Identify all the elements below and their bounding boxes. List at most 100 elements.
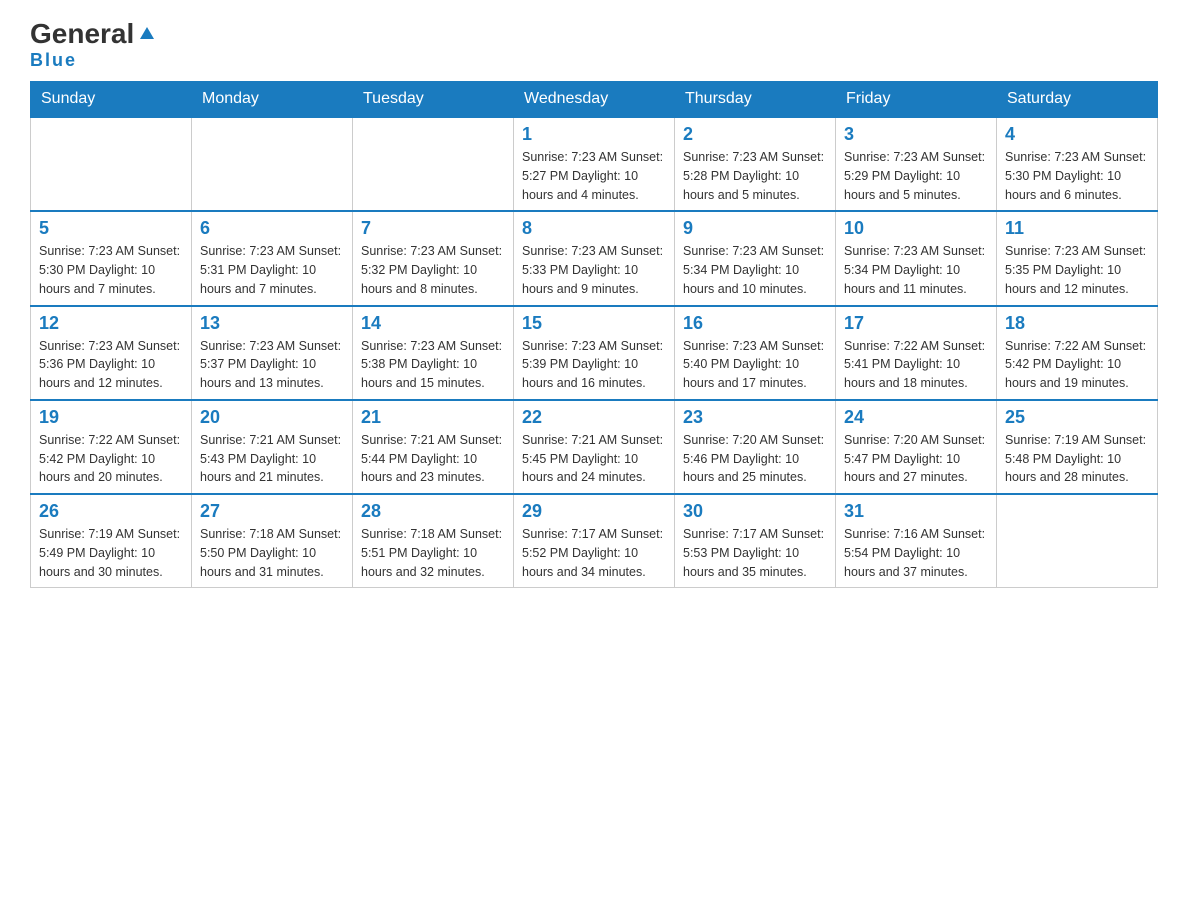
day-header-tuesday: Tuesday xyxy=(353,82,514,118)
day-number: 7 xyxy=(361,218,505,239)
calendar-cell xyxy=(997,494,1158,588)
week-row-4: 19 Sunrise: 7:22 AM Sunset: 5:42 PM Dayli… xyxy=(31,400,1158,494)
day-number: 11 xyxy=(1005,218,1149,239)
calendar-cell: 4 Sunrise: 7:23 AM Sunset: 5:30 PM Daylig… xyxy=(997,117,1158,211)
day-number: 2 xyxy=(683,124,827,145)
day-number: 20 xyxy=(200,407,344,428)
calendar-cell: 23Sunrise: 7:20 AM Sunset: 5:46 PM Dayli… xyxy=(675,400,836,494)
day-info: Sunrise: 7:23 AM Sunset: 5:30 PM Dayligh… xyxy=(39,242,183,298)
day-number: 27 xyxy=(200,501,344,522)
day-number: 9 xyxy=(683,218,827,239)
day-info: Sunrise: 7:17 AM Sunset: 5:53 PM Dayligh… xyxy=(683,525,827,581)
day-info: Sunrise: 7:18 AM Sunset: 5:50 PM Dayligh… xyxy=(200,525,344,581)
calendar-cell: 8Sunrise: 7:23 AM Sunset: 5:33 PM Daylig… xyxy=(514,211,675,305)
calendar-cell: 20 Sunrise: 7:21 AM Sunset: 5:43 PM Dayli… xyxy=(192,400,353,494)
day-info: Sunrise: 7:23 AM Sunset: 5:31 PM Dayligh… xyxy=(200,242,344,298)
calendar-cell: 11 Sunrise: 7:23 AM Sunset: 5:35 PM Dayli… xyxy=(997,211,1158,305)
calendar-cell: 26 Sunrise: 7:19 AM Sunset: 5:49 PM Dayli… xyxy=(31,494,192,588)
day-number: 28 xyxy=(361,501,505,522)
week-row-3: 12Sunrise: 7:23 AM Sunset: 5:36 PM Dayli… xyxy=(31,306,1158,400)
day-info: Sunrise: 7:23 AM Sunset: 5:29 PM Dayligh… xyxy=(844,148,988,204)
day-header-saturday: Saturday xyxy=(997,82,1158,118)
calendar-header-row: SundayMondayTuesdayWednesdayThursdayFrid… xyxy=(31,82,1158,118)
day-info: Sunrise: 7:23 AM Sunset: 5:27 PM Dayligh… xyxy=(522,148,666,204)
day-number: 18 xyxy=(1005,313,1149,334)
day-info: Sunrise: 7:21 AM Sunset: 5:43 PM Dayligh… xyxy=(200,431,344,487)
day-number: 3 xyxy=(844,124,988,145)
day-info: Sunrise: 7:22 AM Sunset: 5:42 PM Dayligh… xyxy=(39,431,183,487)
day-number: 16 xyxy=(683,313,827,334)
calendar-table: SundayMondayTuesdayWednesdayThursdayFrid… xyxy=(30,81,1158,588)
calendar-cell: 7 Sunrise: 7:23 AM Sunset: 5:32 PM Daylig… xyxy=(353,211,514,305)
day-header-monday: Monday xyxy=(192,82,353,118)
calendar-cell: 19 Sunrise: 7:22 AM Sunset: 5:42 PM Dayli… xyxy=(31,400,192,494)
day-info: Sunrise: 7:21 AM Sunset: 5:44 PM Dayligh… xyxy=(361,431,505,487)
day-header-sunday: Sunday xyxy=(31,82,192,118)
calendar-cell: 22Sunrise: 7:21 AM Sunset: 5:45 PM Dayli… xyxy=(514,400,675,494)
logo-text-general: General xyxy=(30,20,134,48)
calendar-cell: 1 Sunrise: 7:23 AM Sunset: 5:27 PM Daylig… xyxy=(514,117,675,211)
day-info: Sunrise: 7:23 AM Sunset: 5:28 PM Dayligh… xyxy=(683,148,827,204)
week-row-1: 1 Sunrise: 7:23 AM Sunset: 5:27 PM Daylig… xyxy=(31,117,1158,211)
day-number: 4 xyxy=(1005,124,1149,145)
calendar-cell: 30Sunrise: 7:17 AM Sunset: 5:53 PM Dayli… xyxy=(675,494,836,588)
calendar-cell: 5 Sunrise: 7:23 AM Sunset: 5:30 PM Daylig… xyxy=(31,211,192,305)
logo-text-blue: Blue xyxy=(30,50,77,71)
day-number: 29 xyxy=(522,501,666,522)
day-number: 25 xyxy=(1005,407,1149,428)
day-info: Sunrise: 7:23 AM Sunset: 5:36 PM Dayligh… xyxy=(39,337,183,393)
day-info: Sunrise: 7:19 AM Sunset: 5:48 PM Dayligh… xyxy=(1005,431,1149,487)
calendar-cell: 17Sunrise: 7:22 AM Sunset: 5:41 PM Dayli… xyxy=(836,306,997,400)
day-info: Sunrise: 7:17 AM Sunset: 5:52 PM Dayligh… xyxy=(522,525,666,581)
day-info: Sunrise: 7:20 AM Sunset: 5:47 PM Dayligh… xyxy=(844,431,988,487)
day-number: 22 xyxy=(522,407,666,428)
calendar-cell xyxy=(353,117,514,211)
day-number: 15 xyxy=(522,313,666,334)
calendar-cell xyxy=(192,117,353,211)
calendar-cell: 13Sunrise: 7:23 AM Sunset: 5:37 PM Dayli… xyxy=(192,306,353,400)
calendar-cell: 16 Sunrise: 7:23 AM Sunset: 5:40 PM Dayli… xyxy=(675,306,836,400)
calendar-cell: 18 Sunrise: 7:22 AM Sunset: 5:42 PM Dayli… xyxy=(997,306,1158,400)
day-number: 5 xyxy=(39,218,183,239)
day-info: Sunrise: 7:18 AM Sunset: 5:51 PM Dayligh… xyxy=(361,525,505,581)
day-number: 31 xyxy=(844,501,988,522)
day-number: 1 xyxy=(522,124,666,145)
day-number: 13 xyxy=(200,313,344,334)
calendar-cell: 14Sunrise: 7:23 AM Sunset: 5:38 PM Dayli… xyxy=(353,306,514,400)
calendar-cell: 25 Sunrise: 7:19 AM Sunset: 5:48 PM Dayli… xyxy=(997,400,1158,494)
calendar-cell xyxy=(31,117,192,211)
day-info: Sunrise: 7:23 AM Sunset: 5:32 PM Dayligh… xyxy=(361,242,505,298)
day-info: Sunrise: 7:22 AM Sunset: 5:42 PM Dayligh… xyxy=(1005,337,1149,393)
calendar-cell: 24Sunrise: 7:20 AM Sunset: 5:47 PM Dayli… xyxy=(836,400,997,494)
day-info: Sunrise: 7:23 AM Sunset: 5:34 PM Dayligh… xyxy=(683,242,827,298)
day-number: 21 xyxy=(361,407,505,428)
logo: General Blue xyxy=(30,20,158,71)
day-number: 8 xyxy=(522,218,666,239)
day-info: Sunrise: 7:23 AM Sunset: 5:30 PM Dayligh… xyxy=(1005,148,1149,204)
day-info: Sunrise: 7:16 AM Sunset: 5:54 PM Dayligh… xyxy=(844,525,988,581)
day-number: 10 xyxy=(844,218,988,239)
calendar-cell: 31 Sunrise: 7:16 AM Sunset: 5:54 PM Dayli… xyxy=(836,494,997,588)
day-number: 19 xyxy=(39,407,183,428)
calendar-cell: 29 Sunrise: 7:17 AM Sunset: 5:52 PM Dayli… xyxy=(514,494,675,588)
calendar-cell: 21 Sunrise: 7:21 AM Sunset: 5:44 PM Dayli… xyxy=(353,400,514,494)
day-header-wednesday: Wednesday xyxy=(514,82,675,118)
calendar-cell: 9 Sunrise: 7:23 AM Sunset: 5:34 PM Daylig… xyxy=(675,211,836,305)
calendar-cell: 27 Sunrise: 7:18 AM Sunset: 5:50 PM Dayli… xyxy=(192,494,353,588)
day-header-friday: Friday xyxy=(836,82,997,118)
day-info: Sunrise: 7:23 AM Sunset: 5:40 PM Dayligh… xyxy=(683,337,827,393)
week-row-2: 5 Sunrise: 7:23 AM Sunset: 5:30 PM Daylig… xyxy=(31,211,1158,305)
day-number: 23 xyxy=(683,407,827,428)
day-header-thursday: Thursday xyxy=(675,82,836,118)
day-number: 14 xyxy=(361,313,505,334)
day-info: Sunrise: 7:23 AM Sunset: 5:39 PM Dayligh… xyxy=(522,337,666,393)
calendar-cell: 10Sunrise: 7:23 AM Sunset: 5:34 PM Dayli… xyxy=(836,211,997,305)
calendar-cell: 15 Sunrise: 7:23 AM Sunset: 5:39 PM Dayli… xyxy=(514,306,675,400)
day-info: Sunrise: 7:23 AM Sunset: 5:35 PM Dayligh… xyxy=(1005,242,1149,298)
calendar-cell: 28 Sunrise: 7:18 AM Sunset: 5:51 PM Dayli… xyxy=(353,494,514,588)
day-info: Sunrise: 7:19 AM Sunset: 5:49 PM Dayligh… xyxy=(39,525,183,581)
logo-triangle-icon xyxy=(136,21,158,43)
day-number: 26 xyxy=(39,501,183,522)
week-row-5: 26 Sunrise: 7:19 AM Sunset: 5:49 PM Dayli… xyxy=(31,494,1158,588)
page-header: General Blue xyxy=(30,20,1158,71)
